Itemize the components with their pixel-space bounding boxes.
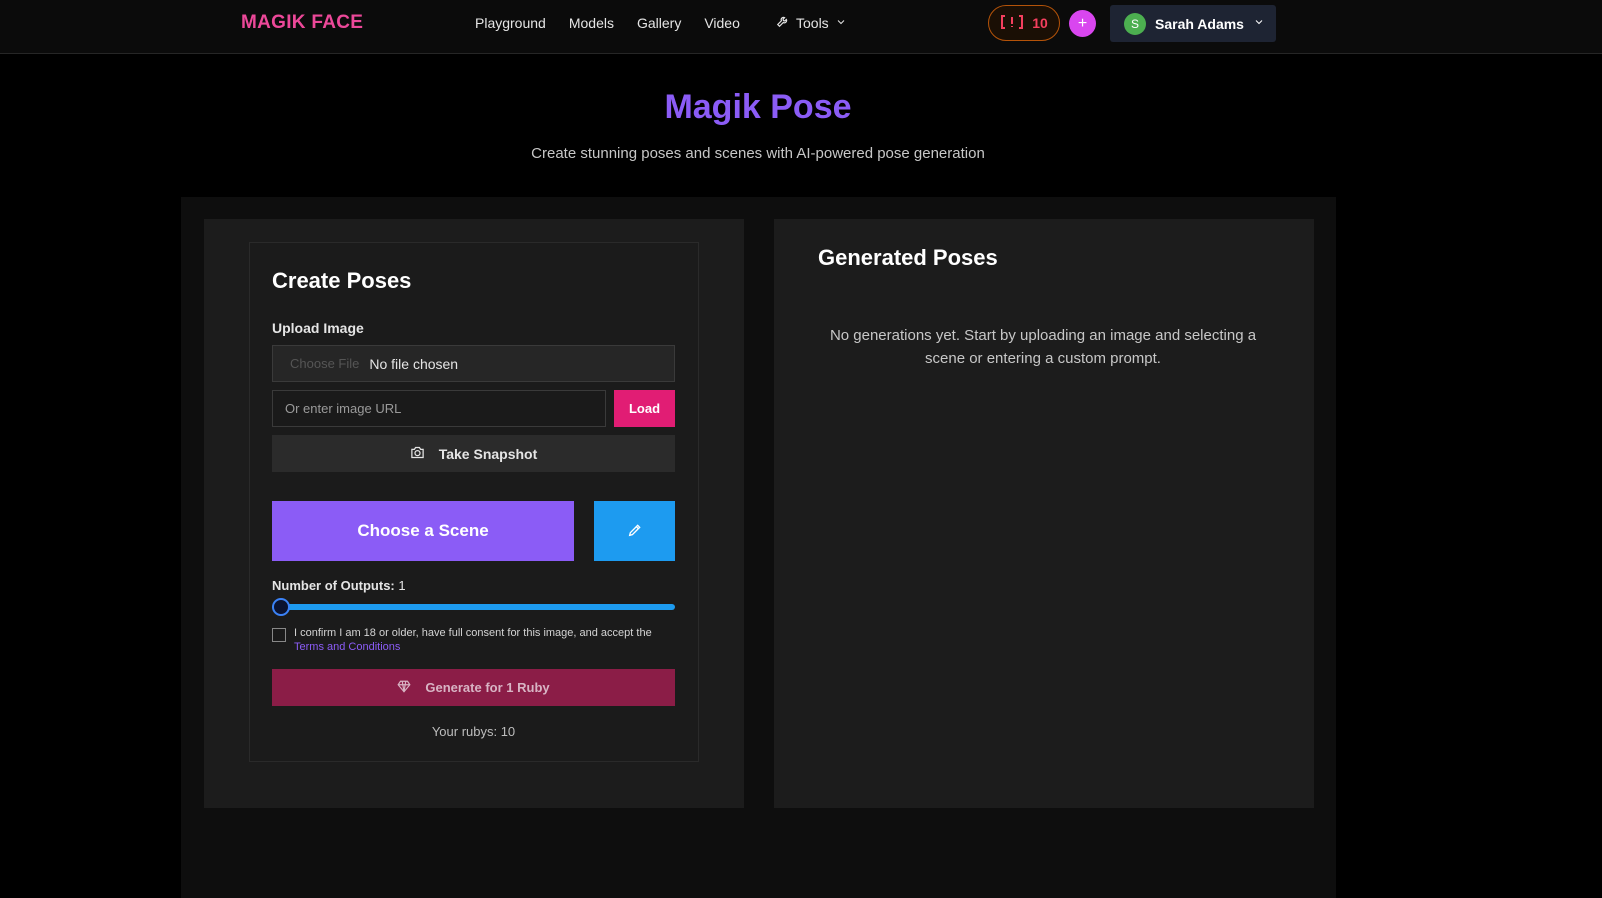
empty-state-message: No generations yet. Start by uploading a… — [829, 327, 1257, 367]
page-subtitle: Create stunning poses and scenes with AI… — [531, 145, 985, 162]
user-menu-button[interactable]: S Sarah Adams — [1110, 5, 1276, 42]
top-navbar: MAGIK FACE Playground Models Gallery Vid… — [0, 0, 1602, 54]
consent-checkbox[interactable] — [272, 628, 286, 642]
load-button[interactable]: Load — [614, 390, 675, 427]
custom-prompt-button[interactable] — [594, 501, 675, 561]
nav-gallery[interactable]: Gallery — [637, 15, 681, 31]
logo[interactable]: MAGIK FACE — [241, 12, 363, 34]
pen-icon — [627, 522, 643, 541]
wrench-icon — [776, 14, 790, 31]
chevron-down-icon — [1253, 15, 1265, 33]
generated-poses-title: Generated Poses — [818, 245, 998, 270]
ruby-balance[interactable]: 10 — [988, 5, 1060, 41]
take-snapshot-label: Take Snapshot — [438, 445, 538, 462]
tools-menu[interactable]: Tools — [776, 14, 847, 31]
nav-models[interactable]: Models — [569, 15, 614, 31]
outputs-slider-track[interactable] — [272, 604, 675, 610]
nav-video[interactable]: Video — [704, 15, 740, 31]
nav-playground[interactable]: Playground — [475, 15, 546, 31]
tools-label: Tools — [796, 14, 829, 31]
consent-text: I confirm I am 18 or older, have full co… — [294, 626, 676, 654]
user-name: Sarah Adams — [1155, 15, 1244, 32]
file-input[interactable]: Choose File No file chosen — [272, 345, 675, 382]
avatar: S — [1124, 12, 1146, 35]
create-poses-title: Create Poses — [272, 268, 412, 293]
outputs-slider-thumb[interactable] — [272, 598, 290, 616]
gem-icon — [397, 680, 411, 696]
take-snapshot-button[interactable]: Take Snapshot — [272, 435, 675, 472]
generate-label: Generate for 1 Ruby — [425, 680, 550, 695]
generated-panel — [774, 219, 1314, 808]
ruby-count: 10 — [1032, 15, 1048, 31]
outputs-value: 1 — [398, 578, 406, 593]
upload-image-label: Upload Image — [272, 320, 364, 336]
image-url-input[interactable] — [272, 390, 606, 427]
camera-icon — [410, 446, 425, 462]
add-rubies-button[interactable]: + — [1069, 10, 1096, 37]
ruby-balance-icon — [1000, 14, 1024, 33]
no-file-text: No file chosen — [369, 355, 459, 372]
generate-button[interactable]: Generate for 1 Ruby — [272, 669, 675, 706]
choose-file-button[interactable]: Choose File — [290, 356, 359, 371]
outputs-label-text: Number of Outputs: — [272, 578, 395, 593]
outputs-label: Number of Outputs: 1 — [272, 578, 406, 593]
rubys-balance-text: Your rubys: 10 — [431, 724, 516, 739]
terms-link[interactable]: Terms and Conditions — [294, 641, 400, 653]
main-nav: Playground Models Gallery Video — [475, 15, 763, 31]
choose-scene-button[interactable]: Choose a Scene — [272, 501, 574, 561]
page-title: Magik Pose — [664, 88, 852, 126]
consent-text-body: I confirm I am 18 or older, have full co… — [294, 627, 652, 639]
chevron-down-icon — [835, 15, 847, 31]
